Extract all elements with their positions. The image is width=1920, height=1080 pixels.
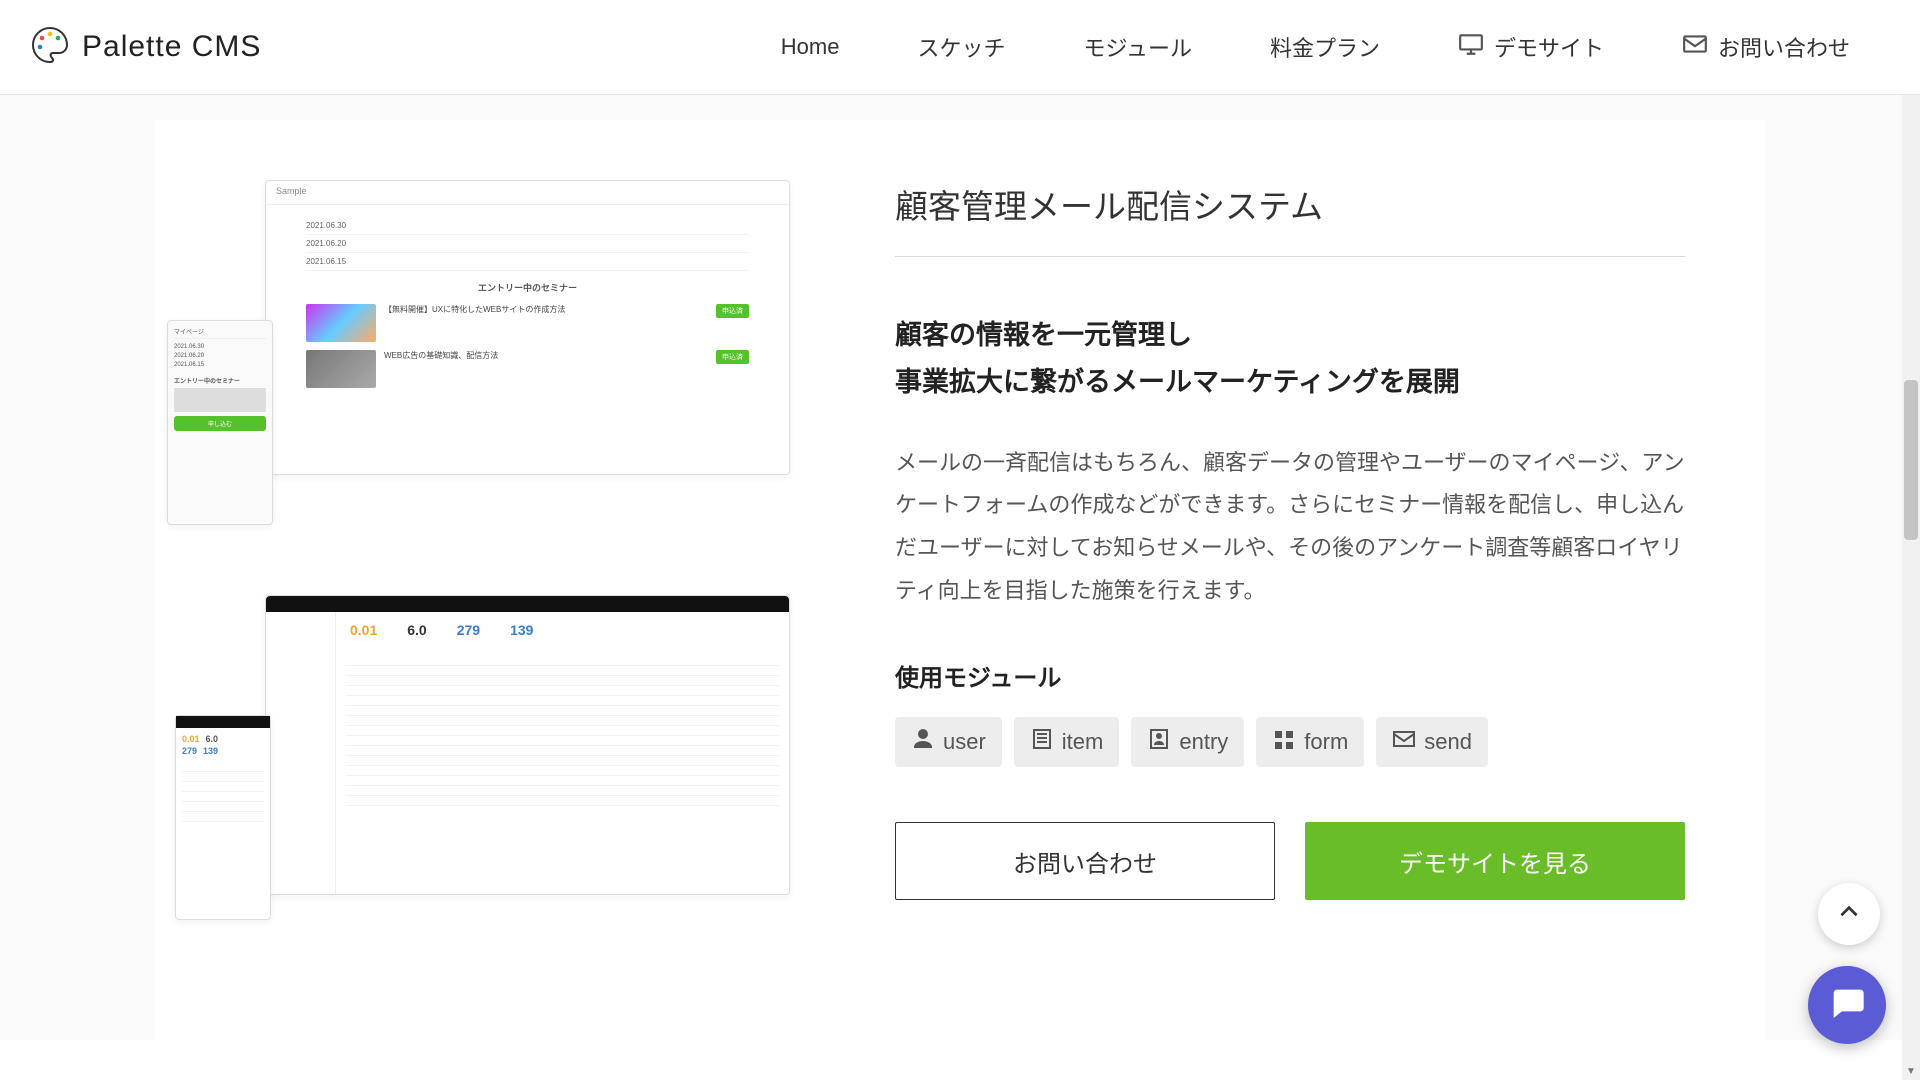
contact-button[interactable]: お問い合わせ <box>895 822 1275 900</box>
chat-bubble-icon <box>1827 983 1867 1028</box>
nav-module[interactable]: モジュール <box>1083 31 1191 63</box>
screenshot-sample-title: Sample <box>276 186 307 196</box>
feature-subhead: 顧客の情報を一元管理し 事業拡大に繋がるメールマーケティングを展開 <box>895 312 1685 407</box>
chevron-up-icon <box>1836 899 1862 930</box>
module-tag-form[interactable]: form <box>1256 717 1364 767</box>
cta-row: お問い合わせ デモサイトを見る <box>895 822 1685 900</box>
modules-list: user item entry form send <box>895 717 1685 767</box>
dashboard-mobile-metric-1: 0.01 <box>182 734 200 744</box>
feature-subhead-line-1: 顧客の情報を一元管理し <box>895 320 1192 350</box>
send-icon <box>1392 727 1416 757</box>
monitor-icon <box>1458 31 1484 63</box>
site-logo[interactable]: Palette CMS <box>30 25 261 70</box>
screenshot-entry-2: WEB広告の基礎知識、配信方法 <box>384 350 708 361</box>
nav-contact[interactable]: お問い合わせ <box>1682 31 1850 63</box>
screenshot-sample-desktop: Sample 2021.06.30 2021.06.20 2021.06.15 … <box>265 180 790 475</box>
scrollbar-thumb[interactable] <box>1904 380 1918 540</box>
palette-logo-icon <box>30 25 70 70</box>
nav-demo[interactable]: デモサイト <box>1458 31 1604 63</box>
nav-home[interactable]: Home <box>781 34 840 60</box>
form-icon <box>1272 727 1296 757</box>
feature-title: 顧客管理メール配信システム <box>895 180 1685 257</box>
module-tag-form-label: form <box>1304 729 1348 755</box>
dashboard-metric-2: 6.0 <box>407 622 426 638</box>
page-scrollbar[interactable]: ▲ ▼ <box>1902 0 1920 1080</box>
nav-contact-label: お問い合わせ <box>1718 31 1850 63</box>
nav-sketch[interactable]: スケッチ <box>917 31 1005 63</box>
dashboard-mobile-metric-2: 6.0 <box>206 734 219 744</box>
module-tag-send[interactable]: send <box>1376 717 1488 767</box>
demo-button[interactable]: デモサイトを見る <box>1305 822 1685 900</box>
module-tag-item-label: item <box>1062 729 1104 755</box>
feature-body: メールの一斉配信はもちろん、顧客データの管理やユーザーのマイページ、アンケートフ… <box>895 442 1685 614</box>
dashboard-metric-1: 0.01 <box>350 622 377 638</box>
feature-screenshots: Sample 2021.06.30 2021.06.20 2021.06.15 … <box>195 180 815 950</box>
brand-name: Palette CMS <box>82 30 261 64</box>
module-tag-user[interactable]: user <box>895 717 1002 767</box>
dashboard-metric-3: 279 <box>457 622 480 638</box>
module-tag-user-label: user <box>943 729 986 755</box>
feature-card: Sample 2021.06.30 2021.06.20 2021.06.15 … <box>155 120 1765 1040</box>
module-tag-entry[interactable]: entry <box>1131 717 1244 767</box>
module-tag-item[interactable]: item <box>1014 717 1120 767</box>
feature-description: 顧客管理メール配信システム 顧客の情報を一元管理し 事業拡大に繋がるメールマーケ… <box>815 180 1725 950</box>
dashboard-metric-4: 139 <box>510 622 533 638</box>
nav-demo-label: デモサイト <box>1494 31 1604 63</box>
primary-nav: Home スケッチ モジュール 料金プラン デモサイト お問い合わせ <box>781 31 1900 63</box>
scroll-to-top-button[interactable] <box>1818 883 1880 945</box>
modules-heading: 使用モジュール <box>895 658 1685 693</box>
scrollbar-down-arrow-icon[interactable]: ▼ <box>1902 1062 1920 1080</box>
site-header: Palette CMS Home スケッチ モジュール 料金プラン デモサイト … <box>0 0 1920 95</box>
screenshot-entry-1: 【無料開催】UXに特化したWEBサイトの作成方法 <box>384 304 708 315</box>
feature-subhead-line-2: 事業拡大に繋がるメールマーケティングを展開 <box>895 367 1460 397</box>
item-icon <box>1030 727 1054 757</box>
module-tag-entry-label: entry <box>1179 729 1228 755</box>
mail-icon <box>1682 31 1708 63</box>
screenshot-seminar-heading: エントリー中のセミナー <box>306 281 749 294</box>
screenshot-dashboard-mobile: 0.01 6.0 279 139 <box>175 715 271 920</box>
nav-plan[interactable]: 料金プラン <box>1270 31 1380 63</box>
dashboard-mobile-metric-3: 279 <box>182 746 197 756</box>
screenshot-dashboard-desktop: 0.01 6.0 279 139 <box>265 595 790 895</box>
entry-icon <box>1147 727 1171 757</box>
module-tag-send-label: send <box>1424 729 1472 755</box>
dashboard-mobile-metric-4: 139 <box>203 746 218 756</box>
page-body: Sample 2021.06.30 2021.06.20 2021.06.15 … <box>0 95 1920 1040</box>
user-icon <box>911 727 935 757</box>
chat-widget-button[interactable] <box>1808 966 1886 1044</box>
screenshot-sample-mobile: マイページ 2021.06.302021.06.202021.06.15 エント… <box>167 320 273 525</box>
